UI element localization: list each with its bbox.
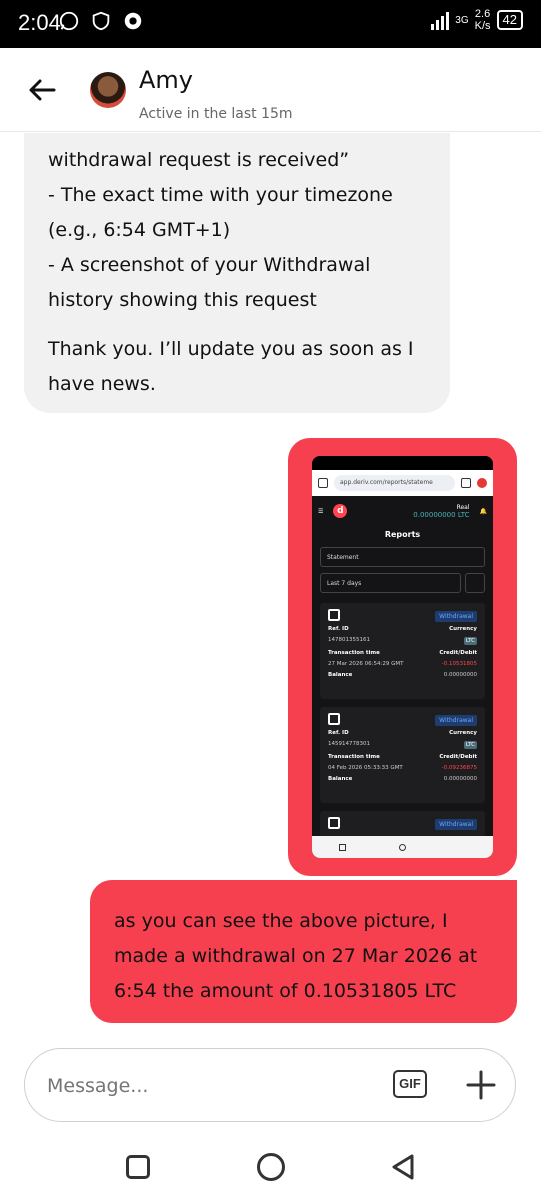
statement-dropdown: Statement xyxy=(320,547,485,567)
recent-apps-icon[interactable] xyxy=(126,1155,150,1179)
attached-screenshot[interactable]: app.deriv.com/reports/stateme ☰ d Real 0… xyxy=(312,456,493,858)
net-speed: 2.6 K/s xyxy=(474,8,491,32)
message-input[interactable] xyxy=(47,1069,347,1103)
home-icon xyxy=(318,478,328,488)
gif-button[interactable]: GIF xyxy=(393,1070,427,1098)
filter-icon xyxy=(465,573,485,593)
outgoing-message-bubble[interactable]: as you can see the above picture, I made… xyxy=(90,880,517,1023)
home-button-icon[interactable] xyxy=(257,1153,285,1181)
status-right: 3G 2.6 K/s 42 xyxy=(431,8,523,32)
system-nav-bar xyxy=(0,1140,541,1200)
screenshot-app-bar: ☰ d Real 0.00000000 LTC 🔔 xyxy=(312,496,493,526)
plus-icon[interactable] xyxy=(465,1069,497,1101)
tabs-icon xyxy=(461,478,471,488)
withdrawal-icon xyxy=(328,817,340,829)
screenshot-nav-bar xyxy=(312,836,493,858)
screenshot-status-bar xyxy=(312,456,493,470)
status-bar: 2:04 3G 2.6 K/s 42 xyxy=(0,0,541,48)
back-triangle-icon[interactable] xyxy=(390,1153,416,1181)
withdrawal-icon xyxy=(328,609,340,621)
outgoing-message-text: as you can see the above picture, I made… xyxy=(114,910,478,1002)
whatsapp-icon xyxy=(59,11,79,31)
contact-name[interactable]: Amy xyxy=(139,66,193,94)
screenshot-url-bar: app.deriv.com/reports/stateme xyxy=(312,470,493,496)
message-composer: GIF xyxy=(24,1048,516,1122)
avatar[interactable] xyxy=(90,72,126,108)
contact-status: Active in the last 15m xyxy=(139,106,293,122)
screenshot-page-title: Reports xyxy=(384,530,421,539)
hamburger-icon: ☰ xyxy=(318,507,324,515)
account-balance: Real 0.00000000 LTC xyxy=(413,503,470,519)
chat-header: Amy Active in the last 15m xyxy=(0,48,541,132)
battery-indicator: 42 xyxy=(496,10,523,30)
deriv-logo: d xyxy=(333,504,348,518)
transaction-card: Withdrawal Ref. ID Currency 147801355161 L… xyxy=(320,603,485,699)
incoming-message-bubble[interactable]: withdrawal request is received” - The ex… xyxy=(24,133,450,413)
screenshot-url: app.deriv.com/reports/stateme xyxy=(334,475,455,491)
date-filter: Last 7 days xyxy=(320,573,485,593)
withdrawal-icon xyxy=(328,713,340,725)
network-type: 3G xyxy=(455,14,469,26)
image-message-bubble[interactable]: app.deriv.com/reports/stateme ☰ d Real 0… xyxy=(288,438,517,876)
notification-icons xyxy=(58,10,144,32)
shield-icon xyxy=(92,11,110,31)
back-arrow-icon[interactable] xyxy=(24,72,60,108)
chat-thread[interactable]: withdrawal request is received” - The ex… xyxy=(0,133,541,1038)
transaction-card: Withdrawal Ref. ID Currency 145914778301 L… xyxy=(320,707,485,803)
incoming-message-text: Thank you. I’ll update you as soon as I … xyxy=(48,338,414,395)
signal-icon xyxy=(431,10,450,30)
menu-icon xyxy=(477,478,487,488)
status-time: 2:04 xyxy=(18,10,61,35)
bell-icon: 🔔 xyxy=(479,507,487,515)
incoming-message-text: withdrawal request is received” - The ex… xyxy=(48,149,393,311)
vpn-icon xyxy=(124,12,142,30)
